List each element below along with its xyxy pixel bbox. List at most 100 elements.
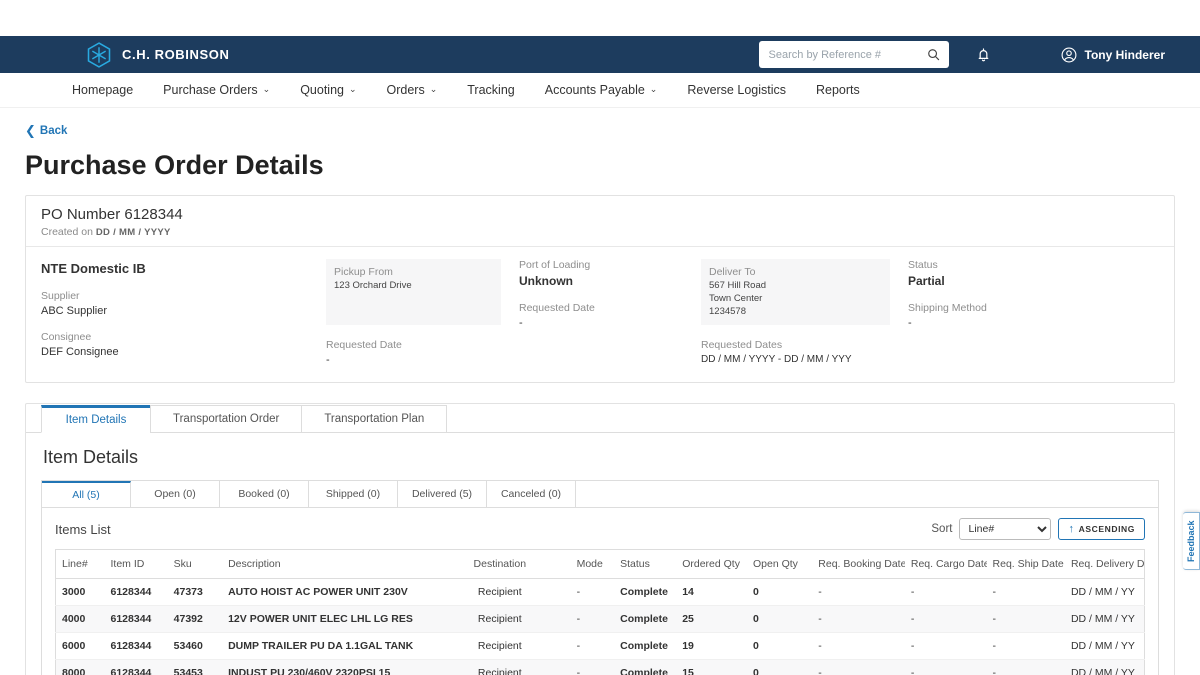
table-row[interactable]: 8000612834453453INDUST PU 230/460V 2320P… <box>56 660 1145 675</box>
table-cell: 6128344 <box>105 606 168 633</box>
deliver-address-1: 567 Hill Road <box>709 280 882 293</box>
deliver-requested-label: Requested Dates <box>701 339 890 351</box>
search-icon[interactable] <box>927 48 941 62</box>
filter-tab-shipped-0[interactable]: Shipped (0) <box>309 481 398 507</box>
table-cell: Complete <box>614 633 676 660</box>
main-nav: Homepage Purchase Orders ⌄ Quoting⌄ Orders⌄ T… <box>0 73 1200 108</box>
column-header: Open Qty <box>747 550 812 579</box>
shipping-method-value: - <box>908 317 1141 329</box>
deliver-column: Deliver To 567 Hill Road Town Center 123… <box>701 259 908 366</box>
table-cell: DD / MM / YY <box>1065 606 1145 633</box>
chevron-down-icon: ⌄ <box>263 85 271 94</box>
apps-grid-icon[interactable] <box>1018 47 1034 63</box>
created-value: DD / MM / YYYY <box>96 227 171 238</box>
table-cell: - <box>987 579 1065 606</box>
table-cell: 0 <box>747 660 812 675</box>
user-icon <box>1060 46 1078 64</box>
filter-tab-canceled-0[interactable]: Canceled (0) <box>487 481 576 507</box>
table-cell: - <box>905 633 987 660</box>
back-arrow-icon: ❮ <box>25 124 36 137</box>
table-cell: - <box>571 579 615 606</box>
tab-transportation-order[interactable]: Transportation Order <box>150 405 302 433</box>
table-cell: DD / MM / YY <box>1065 633 1145 660</box>
po-summary-head: PO Number 6128344 Created on DD / MM / Y… <box>26 196 1174 247</box>
table-cell: - <box>812 606 905 633</box>
user-menu[interactable]: Tony Hinderer <box>1060 46 1165 64</box>
table-cell: 25 <box>676 606 747 633</box>
nav-item-label: Tracking <box>467 83 514 97</box>
item-details-body: Item Details All (5)Open (0)Booked (0)Sh… <box>26 433 1174 675</box>
ascending-sort-button[interactable]: ↑ ASCENDING <box>1058 518 1145 540</box>
table-cell: - <box>905 660 987 675</box>
page-title: Purchase Order Details <box>25 150 1175 181</box>
table-cell: DD / MM / YY <box>1065 660 1145 675</box>
back-link[interactable]: ❮ Back <box>25 124 67 137</box>
shipping-method-label: Shipping Method <box>908 302 1141 314</box>
pickup-address: 123 Orchard Drive <box>334 280 493 293</box>
detail-tabs-card: Item DetailsTransportation OrderTranspor… <box>25 403 1175 675</box>
table-cell: - <box>571 660 615 675</box>
search-input[interactable] <box>769 49 927 61</box>
nav-item-homepage[interactable]: Homepage <box>72 83 133 97</box>
column-header: Req. Delivery Date <box>1065 550 1145 579</box>
tab-strip: Item DetailsTransportation OrderTranspor… <box>26 404 1174 433</box>
nav-item-label: Purchase Orders <box>163 83 257 97</box>
table-cell: INDUST PU 230/460V 2320PSI 15 <box>222 660 429 675</box>
pickup-requested-value: - <box>326 354 501 366</box>
nav-item-reverse-logistics[interactable]: Reverse Logistics <box>687 83 786 97</box>
items-list-header: Items List Sort Line# ↑ ASCENDING <box>55 518 1145 540</box>
column-header: Description <box>222 550 429 579</box>
table-row[interactable]: 6000612834453460DUMP TRAILER PU DA 1.1GA… <box>56 633 1145 660</box>
table-cell: - <box>987 660 1065 675</box>
sort-label: Sort <box>931 523 952 535</box>
column-header: Req. Cargo Date <box>905 550 987 579</box>
bell-icon[interactable] <box>975 46 992 63</box>
column-header: Req. Ship Date <box>987 550 1065 579</box>
nav-item-quoting[interactable]: Quoting⌄ <box>300 83 356 97</box>
pickup-address-box: Pickup From 123 Orchard Drive <box>326 259 501 325</box>
status-column: Status Partial Shipping Method - <box>908 259 1159 366</box>
sort-select[interactable]: Line# <box>959 518 1051 540</box>
table-cell: 8000 <box>56 660 105 675</box>
port-requested-label: Requested Date <box>519 302 683 314</box>
nav-item-accounts-payable[interactable]: Accounts Payable⌄ <box>545 83 658 97</box>
items-list-title: Items List <box>55 522 111 537</box>
deliver-address-2: Town Center <box>709 293 882 306</box>
ascending-label: ASCENDING <box>1079 524 1135 534</box>
nav-item-reports[interactable]: Reports <box>816 83 860 97</box>
table-cell: 12V POWER UNIT ELEC LHL LG RES <box>222 606 429 633</box>
nav-item-label: Accounts Payable <box>545 83 645 97</box>
item-details-heading: Item Details <box>43 447 1159 468</box>
filter-tab-open-0[interactable]: Open (0) <box>131 481 220 507</box>
nav-item-orders[interactable]: Orders⌄ <box>387 83 438 97</box>
table-row[interactable]: 3000612834447373AUTO HOIST AC POWER UNIT… <box>56 579 1145 606</box>
search-box[interactable] <box>759 41 949 68</box>
filter-tab-booked-0[interactable]: Booked (0) <box>220 481 309 507</box>
filter-tab-all-5[interactable]: All (5) <box>42 481 131 507</box>
table-cell: 4000 <box>56 606 105 633</box>
brand-name: C.H. ROBINSON <box>122 47 229 62</box>
tab-transportation-plan[interactable]: Transportation Plan <box>301 405 447 433</box>
tab-item-details[interactable]: Item Details <box>41 405 151 433</box>
pickup-label: Pickup From <box>334 266 493 278</box>
filter-tab-delivered-5[interactable]: Delivered (5) <box>398 481 487 507</box>
table-cell: 53453 <box>168 660 222 675</box>
top-whitespace <box>0 0 1200 36</box>
table-cell: 47392 <box>168 606 222 633</box>
table-cell: Complete <box>614 606 676 633</box>
column-header: Req. Booking Date <box>812 550 905 579</box>
table-cell: 47373 <box>168 579 222 606</box>
nav-item-purchase-orders[interactable]: Purchase Orders ⌄ <box>163 83 270 97</box>
consignee-label: Consignee <box>41 331 308 343</box>
brand[interactable]: C.H. ROBINSON <box>85 41 229 69</box>
pickup-requested-label: Requested Date <box>326 339 501 351</box>
column-header: Line# <box>56 550 105 579</box>
items-panel-inner: Items List Sort Line# ↑ ASCENDING <box>42 508 1158 675</box>
column-header: Mode <box>571 550 615 579</box>
nav-item-tracking[interactable]: Tracking <box>467 83 514 97</box>
feedback-button[interactable]: Feedback <box>1183 512 1200 570</box>
table-cell: - <box>812 579 905 606</box>
po-number: PO Number 6128344 <box>41 206 1159 223</box>
table-row[interactable]: 400061283444739212V POWER UNIT ELEC LHL … <box>56 606 1145 633</box>
consignee-value: DEF Consignee <box>41 346 308 358</box>
